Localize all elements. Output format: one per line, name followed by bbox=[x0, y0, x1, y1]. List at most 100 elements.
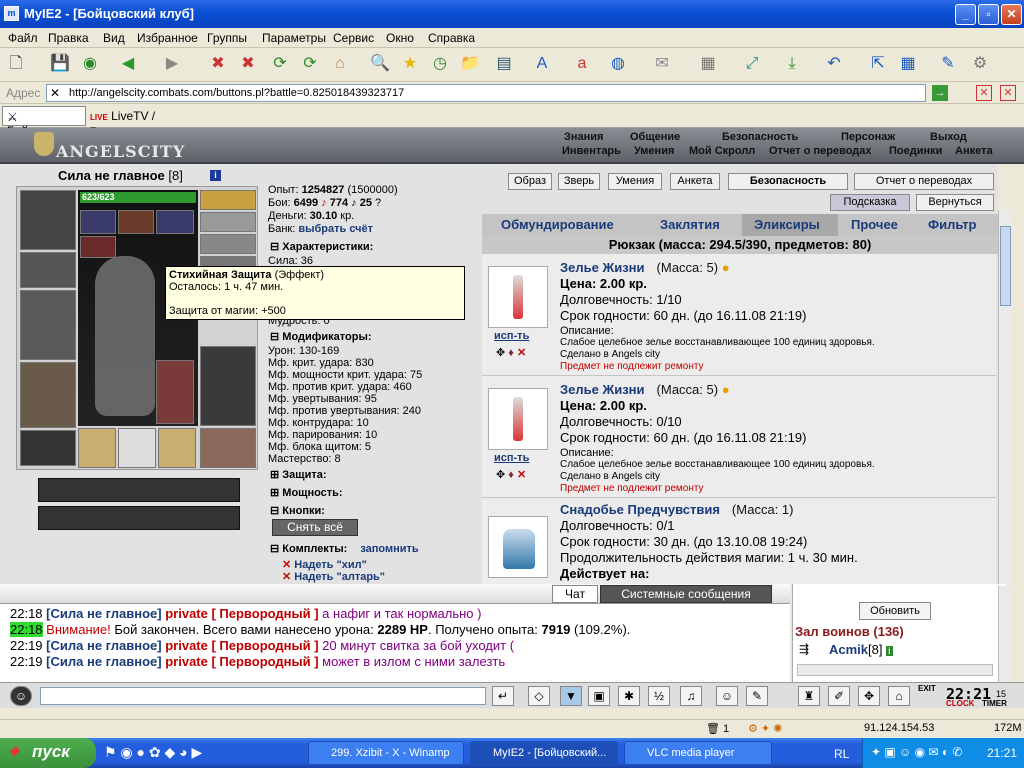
mail-icon[interactable]: ✉ bbox=[650, 52, 674, 76]
legs-slot[interactable] bbox=[200, 346, 256, 426]
tile-icon[interactable]: ▦ bbox=[896, 52, 920, 76]
chat-author[interactable]: [Сила не главное] bbox=[46, 654, 161, 669]
transfers-button[interactable]: Отчет о переводах bbox=[854, 173, 994, 190]
spell-slots-row-1[interactable] bbox=[38, 478, 240, 502]
hint-button[interactable]: Подсказка bbox=[830, 194, 910, 211]
stop-all-icon[interactable]: ✖ bbox=[236, 52, 260, 76]
menu-options[interactable]: Параметры bbox=[262, 31, 326, 45]
drop-icon[interactable]: ♦ bbox=[508, 347, 514, 359]
refresh-icon[interactable]: ⟳ bbox=[268, 52, 292, 76]
chat-author[interactable]: [Сила не главное] bbox=[46, 638, 161, 653]
status-icons[interactable]: ⚙ ✦ ✺ bbox=[748, 722, 782, 735]
nav-communication[interactable]: Общение bbox=[630, 131, 680, 143]
quicklaunch-icons[interactable]: ⚑ ◉ ● ✿ ◆ ◕ ▶ bbox=[104, 744, 202, 761]
home-icon[interactable]: ⌂ bbox=[328, 52, 352, 76]
scroll-thumb[interactable] bbox=[1000, 226, 1011, 306]
private-icon[interactable]: ⇶ bbox=[799, 642, 809, 656]
delete-icon[interactable]: ✕ bbox=[517, 469, 526, 481]
task-myie2[interactable]: MyIE2 - [Бойцовский... bbox=[470, 741, 618, 765]
download-icon[interactable]: ⤓ bbox=[780, 52, 804, 76]
start-button[interactable]: ❖ пуск bbox=[0, 738, 96, 768]
nav-exit[interactable]: Выход bbox=[930, 131, 967, 143]
modifiers-header[interactable]: ⊟ Модификаторы: bbox=[270, 330, 372, 343]
amulet-slot[interactable] bbox=[200, 190, 256, 210]
edit-icon[interactable]: ✎ bbox=[936, 52, 960, 76]
category-other[interactable]: Прочее bbox=[851, 217, 898, 232]
history-icon[interactable]: ◷ bbox=[428, 52, 452, 76]
online-hscroll[interactable] bbox=[797, 664, 993, 676]
close-tab-icon[interactable]: ✕ bbox=[976, 85, 992, 101]
top-icon[interactable]: ⇱ bbox=[866, 52, 890, 76]
save-log-icon[interactable]: ▣ bbox=[588, 686, 610, 706]
tab-livetv[interactable]: LIVE LiveTV / п... bbox=[86, 106, 170, 137]
profile-button[interactable]: Анкета bbox=[670, 173, 720, 190]
buttons-header[interactable]: ⊟ Кнопки: bbox=[270, 504, 325, 517]
save-icon[interactable]: 💾 bbox=[48, 52, 72, 76]
info-icon[interactable]: i bbox=[886, 646, 893, 656]
chat-private[interactable]: private [ Первородный ] bbox=[165, 638, 318, 653]
folder-icon[interactable]: 📁 bbox=[458, 52, 482, 76]
emoji-icon[interactable]: ☺ bbox=[716, 686, 738, 706]
smile-toggle-icon[interactable]: ½ bbox=[648, 686, 670, 706]
globe-menu-icon[interactable]: ◍ bbox=[606, 52, 630, 76]
menu-favorites[interactable]: Избранное bbox=[137, 31, 198, 45]
weapon-slot[interactable] bbox=[20, 290, 76, 360]
inventory-scrollbar[interactable] bbox=[998, 210, 1012, 584]
security-button[interactable]: Безопасность bbox=[728, 173, 848, 190]
menu-help[interactable]: Справка bbox=[428, 31, 475, 45]
menu-window[interactable]: Окно bbox=[386, 31, 414, 45]
page-icon[interactable]: ▤ bbox=[492, 52, 516, 76]
use-link[interactable]: исп-ть bbox=[494, 330, 529, 342]
close-all-icon[interactable]: ✕ bbox=[1000, 85, 1016, 101]
lock-icon[interactable]: ⌂ bbox=[888, 686, 910, 706]
paw-icon[interactable]: ✥ bbox=[496, 347, 505, 359]
belt-slot[interactable] bbox=[20, 430, 76, 466]
search-icon[interactable]: 🔍 bbox=[368, 52, 392, 76]
delete-icon[interactable]: ✕ bbox=[517, 347, 526, 359]
nav-transfers[interactable]: Отчет о переводах bbox=[769, 145, 872, 157]
necklace-slot[interactable] bbox=[200, 234, 256, 254]
image-button[interactable]: Образ bbox=[508, 173, 552, 190]
menu-groups[interactable]: Группы bbox=[207, 31, 247, 45]
category-equipment[interactable]: Обмундирование bbox=[501, 217, 614, 232]
stop-icon[interactable]: ✖ bbox=[206, 52, 230, 76]
bracers-slot[interactable] bbox=[20, 252, 76, 288]
skills-button[interactable]: Умения bbox=[608, 173, 662, 190]
tools-icon[interactable]: ⚙ bbox=[968, 52, 992, 76]
power-header[interactable]: ⊞ Мощность: bbox=[270, 486, 343, 499]
go-icon[interactable]: → bbox=[932, 85, 948, 101]
refresh-button[interactable]: Обновить bbox=[859, 602, 931, 620]
pet-button[interactable]: Зверь bbox=[558, 173, 600, 190]
chat-private[interactable]: private [ Первородный ] bbox=[165, 606, 318, 621]
menu-edit[interactable]: Правка bbox=[48, 31, 89, 45]
tab-system-messages[interactable]: Системные сообщения bbox=[600, 585, 772, 603]
nav-fights[interactable]: Поединки bbox=[889, 145, 942, 157]
minimize-button[interactable]: _ bbox=[955, 4, 976, 25]
undo-icon[interactable]: ↶ bbox=[822, 52, 846, 76]
translit-icon[interactable]: ✎ bbox=[746, 686, 768, 706]
paw-icon[interactable]: ✥ bbox=[496, 469, 505, 481]
language-indicator[interactable]: RL bbox=[834, 747, 849, 761]
fullscreen-icon[interactable]: ⤢ bbox=[740, 52, 764, 76]
figure-icon[interactable]: ♜ bbox=[798, 686, 820, 706]
delete-icon[interactable]: ✕ bbox=[282, 571, 291, 583]
item-name[interactable]: Зелье Жизни (Масса: 5) ● bbox=[560, 260, 730, 275]
menu-view[interactable]: Вид bbox=[103, 31, 125, 45]
nav-knowledge[interactable]: Знания bbox=[564, 131, 603, 143]
item-slot-2[interactable] bbox=[118, 428, 156, 468]
tray-icons[interactable]: ✦ ▣ ☺ ◉ ✉ ◐ ✆ bbox=[871, 745, 962, 759]
sets-header[interactable]: ⊟ Комплекты: запомнить bbox=[270, 542, 419, 555]
task-vlc[interactable]: VLC media player bbox=[624, 741, 772, 765]
favorites-star-icon[interactable]: ★ bbox=[398, 52, 422, 76]
nav-scroll[interactable]: Мой Скролл bbox=[689, 145, 755, 157]
item-slot-3[interactable] bbox=[158, 428, 196, 468]
send-icon[interactable]: ↵ bbox=[492, 686, 514, 706]
boots-slot[interactable] bbox=[200, 428, 256, 468]
bank-link[interactable]: выбрать счёт bbox=[298, 223, 373, 235]
info-icon[interactable]: i bbox=[210, 170, 221, 181]
armor-slot[interactable] bbox=[20, 362, 76, 428]
item-slot-1[interactable] bbox=[78, 428, 116, 468]
menu-service[interactable]: Сервис bbox=[333, 31, 374, 45]
sound-icon[interactable]: ♫ bbox=[680, 686, 702, 706]
eraser-icon[interactable]: ◇ bbox=[528, 686, 550, 706]
